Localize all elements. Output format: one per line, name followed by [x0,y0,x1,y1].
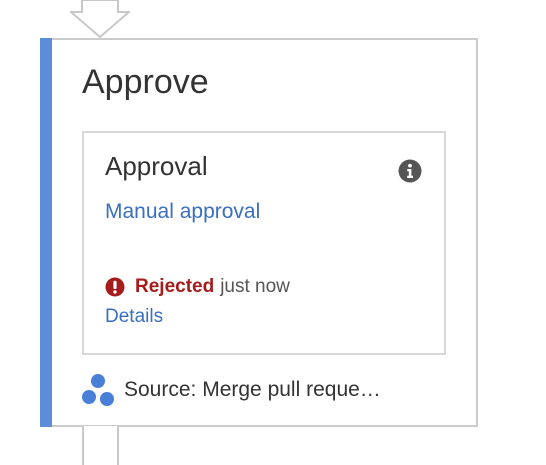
details-link[interactable]: Details [105,305,163,329]
action-card: Approval Manual approval Rejected just n… [82,131,446,355]
manual-approval-link[interactable]: Manual approval [105,199,260,225]
error-icon [105,277,125,297]
arrow-down-icon [70,0,130,38]
source-text[interactable]: Source: Merge pull reque… [124,377,381,403]
info-icon[interactable] [398,159,422,183]
pipeline-canvas: Approve Approval Manual approval Rejecte… [0,0,546,465]
status-label: Rejected [135,276,215,297]
action-title: Approval [105,151,208,181]
stage-card: Approve Approval Manual approval Rejecte… [40,38,478,427]
source-row[interactable]: Source: Merge pull reque… [80,372,381,408]
connector-bottom [82,426,119,465]
status-time: just now [220,276,290,297]
stage-title: Approve [82,63,209,101]
action-status: Rejected just now [105,275,290,299]
stage-accent-bar [40,38,52,427]
git-source-icon [82,374,114,406]
